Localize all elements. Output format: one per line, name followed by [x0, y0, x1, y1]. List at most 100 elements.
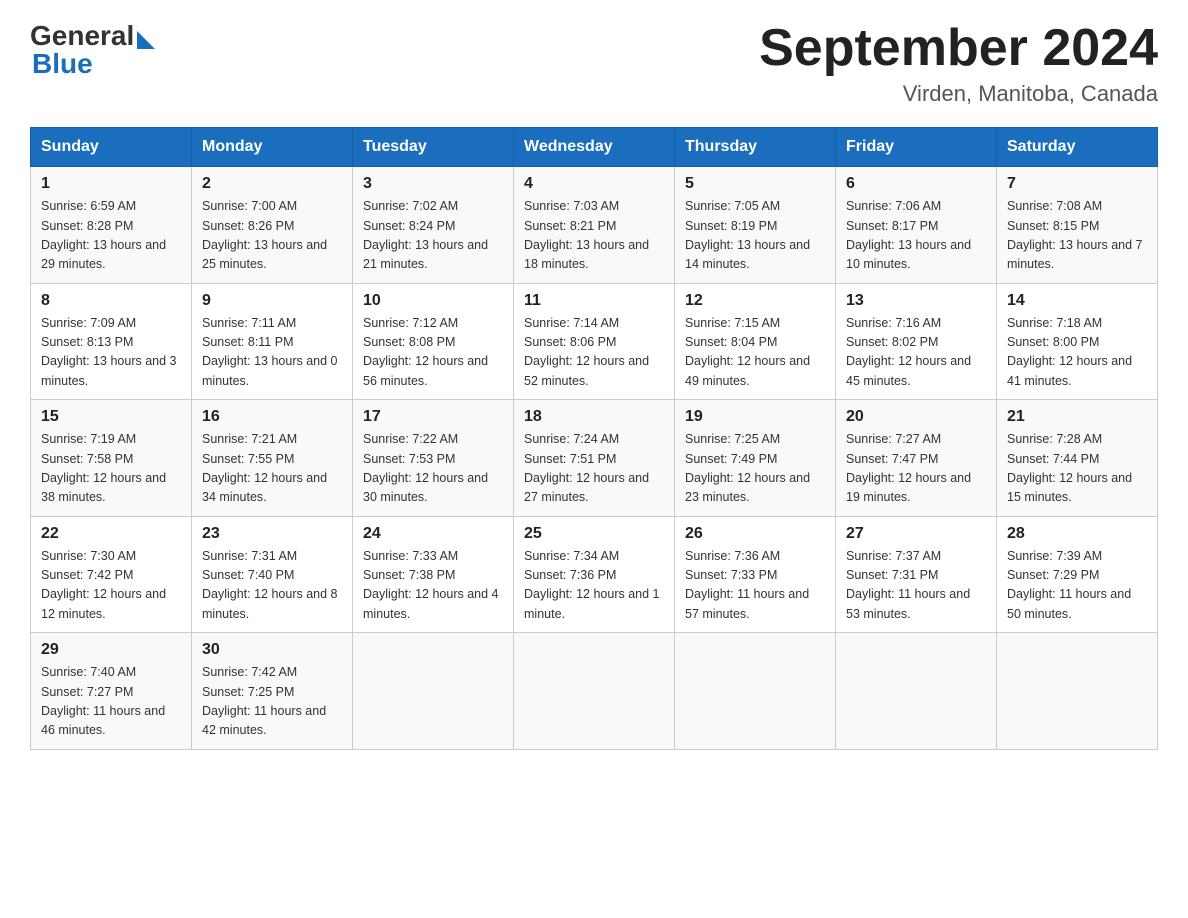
calendar-cell: 2 Sunrise: 7:00 AMSunset: 8:26 PMDaylight…: [192, 167, 353, 284]
week-row-3: 15 Sunrise: 7:19 AMSunset: 7:58 PMDayligh…: [31, 400, 1158, 517]
calendar-cell: 12 Sunrise: 7:15 AMSunset: 8:04 PMDayligh…: [675, 283, 836, 400]
day-info: Sunrise: 7:24 AMSunset: 7:51 PMDaylight:…: [524, 430, 664, 508]
calendar-cell: 11 Sunrise: 7:14 AMSunset: 8:06 PMDayligh…: [514, 283, 675, 400]
calendar-cell: 7Sunrise: 7:08 AMSunset: 8:15 PMDaylight…: [997, 167, 1158, 284]
day-number: 20: [846, 408, 986, 426]
calendar-cell: 30 Sunrise: 7:42 AMSunset: 7:25 PMDayligh…: [192, 633, 353, 750]
day-number: 6: [846, 175, 986, 193]
day-info: Sunrise: 7:40 AMSunset: 7:27 PMDaylight:…: [41, 663, 181, 741]
calendar-cell: [836, 633, 997, 750]
calendar-header-tuesday: Tuesday: [353, 128, 514, 167]
calendar-cell: [514, 633, 675, 750]
day-info: Sunrise: 7:15 AMSunset: 8:04 PMDaylight:…: [685, 314, 825, 392]
calendar-header-sunday: Sunday: [31, 128, 192, 167]
day-number: 30: [202, 641, 342, 659]
day-number: 29: [41, 641, 181, 659]
day-number: 25: [524, 525, 664, 543]
day-number: 13: [846, 292, 986, 310]
calendar-cell: 6 Sunrise: 7:06 AMSunset: 8:17 PMDaylight…: [836, 167, 997, 284]
calendar-cell: 9Sunrise: 7:11 AMSunset: 8:11 PMDaylight…: [192, 283, 353, 400]
day-info: Sunrise: 7:31 AMSunset: 7:40 PMDaylight:…: [202, 547, 342, 625]
day-number: 11: [524, 292, 664, 310]
day-info: Sunrise: 7:42 AMSunset: 7:25 PMDaylight:…: [202, 663, 342, 741]
day-number: 21: [1007, 408, 1147, 426]
calendar-cell: [353, 633, 514, 750]
day-number: 23: [202, 525, 342, 543]
day-number: 28: [1007, 525, 1147, 543]
day-info: Sunrise: 7:22 AMSunset: 7:53 PMDaylight:…: [363, 430, 503, 508]
day-number: 15: [41, 408, 181, 426]
logo-blue-text: Blue: [32, 48, 93, 80]
day-number: 22: [41, 525, 181, 543]
calendar-cell: 18 Sunrise: 7:24 AMSunset: 7:51 PMDayligh…: [514, 400, 675, 517]
calendar-cell: 1 Sunrise: 6:59 AMSunset: 8:28 PMDaylight…: [31, 167, 192, 284]
calendar-header-wednesday: Wednesday: [514, 128, 675, 167]
day-number: 2: [202, 175, 342, 193]
calendar-cell: 16Sunrise: 7:21 AMSunset: 7:55 PMDayligh…: [192, 400, 353, 517]
logo-arrow-icon: [137, 31, 155, 49]
calendar-cell: [997, 633, 1158, 750]
calendar-table: SundayMondayTuesdayWednesdayThursdayFrid…: [30, 127, 1158, 750]
calendar-cell: 14 Sunrise: 7:18 AMSunset: 8:00 PMDayligh…: [997, 283, 1158, 400]
day-number: 7: [1007, 175, 1147, 193]
week-row-4: 22 Sunrise: 7:30 AMSunset: 7:42 PMDayligh…: [31, 516, 1158, 633]
day-info: Sunrise: 6:59 AMSunset: 8:28 PMDaylight:…: [41, 197, 181, 275]
calendar-cell: 13 Sunrise: 7:16 AMSunset: 8:02 PMDayligh…: [836, 283, 997, 400]
calendar-cell: 28 Sunrise: 7:39 AMSunset: 7:29 PMDayligh…: [997, 516, 1158, 633]
calendar-header-monday: Monday: [192, 128, 353, 167]
calendar-cell: 27 Sunrise: 7:37 AMSunset: 7:31 PMDayligh…: [836, 516, 997, 633]
day-info: Sunrise: 7:30 AMSunset: 7:42 PMDaylight:…: [41, 547, 181, 625]
calendar-cell: 20 Sunrise: 7:27 AMSunset: 7:47 PMDayligh…: [836, 400, 997, 517]
calendar-header-saturday: Saturday: [997, 128, 1158, 167]
day-number: 8: [41, 292, 181, 310]
day-number: 10: [363, 292, 503, 310]
page-header: General Blue September 2024 Virden, Mani…: [30, 20, 1158, 107]
week-row-2: 8Sunrise: 7:09 AMSunset: 8:13 PMDaylight…: [31, 283, 1158, 400]
calendar-header-thursday: Thursday: [675, 128, 836, 167]
day-info: Sunrise: 7:00 AMSunset: 8:26 PMDaylight:…: [202, 197, 342, 275]
day-number: 17: [363, 408, 503, 426]
day-number: 27: [846, 525, 986, 543]
day-number: 5: [685, 175, 825, 193]
calendar-cell: 25Sunrise: 7:34 AMSunset: 7:36 PMDayligh…: [514, 516, 675, 633]
calendar-cell: 23 Sunrise: 7:31 AMSunset: 7:40 PMDayligh…: [192, 516, 353, 633]
week-row-1: 1 Sunrise: 6:59 AMSunset: 8:28 PMDaylight…: [31, 167, 1158, 284]
day-number: 12: [685, 292, 825, 310]
week-row-5: 29 Sunrise: 7:40 AMSunset: 7:27 PMDayligh…: [31, 633, 1158, 750]
day-number: 1: [41, 175, 181, 193]
calendar-cell: 5 Sunrise: 7:05 AMSunset: 8:19 PMDaylight…: [675, 167, 836, 284]
day-info: Sunrise: 7:14 AMSunset: 8:06 PMDaylight:…: [524, 314, 664, 392]
day-number: 19: [685, 408, 825, 426]
logo: General Blue: [30, 20, 155, 80]
day-number: 18: [524, 408, 664, 426]
title-area: September 2024 Virden, Manitoba, Canada: [759, 20, 1158, 107]
day-info: Sunrise: 7:05 AMSunset: 8:19 PMDaylight:…: [685, 197, 825, 275]
calendar-cell: 29 Sunrise: 7:40 AMSunset: 7:27 PMDayligh…: [31, 633, 192, 750]
day-info: Sunrise: 7:36 AMSunset: 7:33 PMDaylight:…: [685, 547, 825, 625]
calendar-cell: 10 Sunrise: 7:12 AMSunset: 8:08 PMDayligh…: [353, 283, 514, 400]
day-info: Sunrise: 7:33 AMSunset: 7:38 PMDaylight:…: [363, 547, 503, 625]
day-info: Sunrise: 7:27 AMSunset: 7:47 PMDaylight:…: [846, 430, 986, 508]
day-info: Sunrise: 7:28 AMSunset: 7:44 PMDaylight:…: [1007, 430, 1147, 508]
calendar-cell: 8Sunrise: 7:09 AMSunset: 8:13 PMDaylight…: [31, 283, 192, 400]
calendar-cell: 24Sunrise: 7:33 AMSunset: 7:38 PMDayligh…: [353, 516, 514, 633]
calendar-cell: 3Sunrise: 7:02 AMSunset: 8:24 PMDaylight…: [353, 167, 514, 284]
day-number: 14: [1007, 292, 1147, 310]
calendar-cell: 19Sunrise: 7:25 AMSunset: 7:49 PMDayligh…: [675, 400, 836, 517]
calendar-cell: 26Sunrise: 7:36 AMSunset: 7:33 PMDayligh…: [675, 516, 836, 633]
day-number: 4: [524, 175, 664, 193]
day-info: Sunrise: 7:16 AMSunset: 8:02 PMDaylight:…: [846, 314, 986, 392]
day-info: Sunrise: 7:18 AMSunset: 8:00 PMDaylight:…: [1007, 314, 1147, 392]
calendar-cell: 21 Sunrise: 7:28 AMSunset: 7:44 PMDayligh…: [997, 400, 1158, 517]
day-info: Sunrise: 7:11 AMSunset: 8:11 PMDaylight:…: [202, 314, 342, 392]
calendar-cell: 22 Sunrise: 7:30 AMSunset: 7:42 PMDayligh…: [31, 516, 192, 633]
calendar-header-friday: Friday: [836, 128, 997, 167]
day-info: Sunrise: 7:02 AMSunset: 8:24 PMDaylight:…: [363, 197, 503, 275]
day-info: Sunrise: 7:37 AMSunset: 7:31 PMDaylight:…: [846, 547, 986, 625]
calendar-header-row: SundayMondayTuesdayWednesdayThursdayFrid…: [31, 128, 1158, 167]
calendar-cell: 15 Sunrise: 7:19 AMSunset: 7:58 PMDayligh…: [31, 400, 192, 517]
day-info: Sunrise: 7:19 AMSunset: 7:58 PMDaylight:…: [41, 430, 181, 508]
day-info: Sunrise: 7:06 AMSunset: 8:17 PMDaylight:…: [846, 197, 986, 275]
day-info: Sunrise: 7:12 AMSunset: 8:08 PMDaylight:…: [363, 314, 503, 392]
day-info: Sunrise: 7:39 AMSunset: 7:29 PMDaylight:…: [1007, 547, 1147, 625]
